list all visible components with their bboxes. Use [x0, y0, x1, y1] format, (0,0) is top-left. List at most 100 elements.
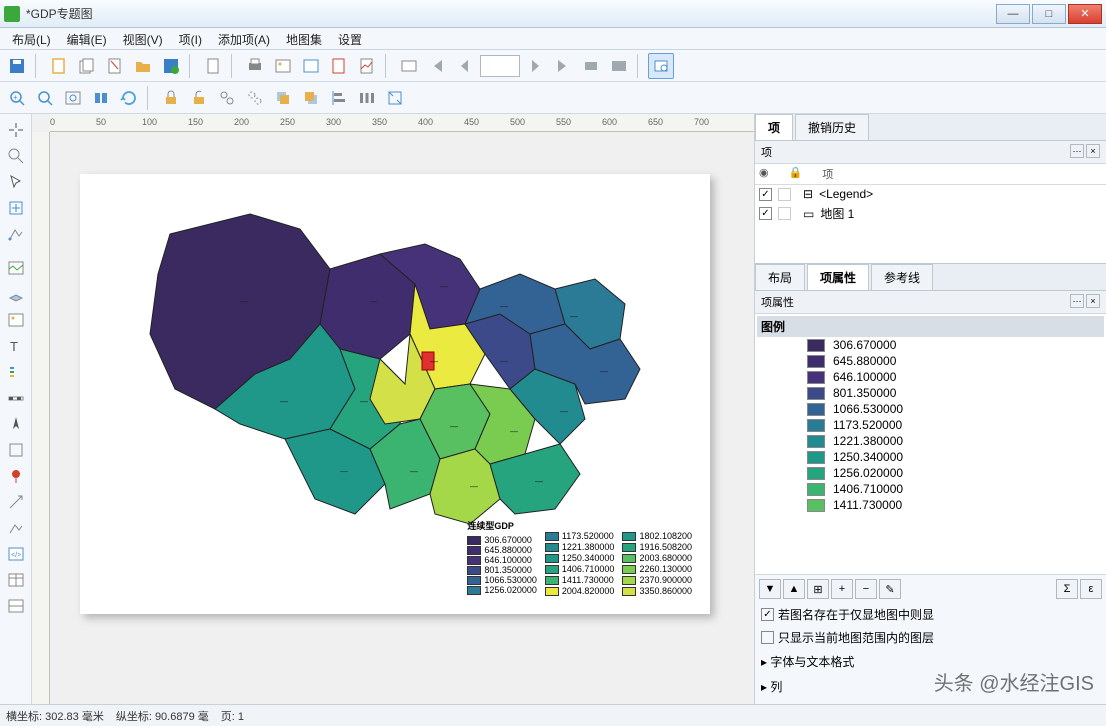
menu-settings[interactable]: 设置: [330, 28, 370, 49]
resize-button[interactable]: [382, 85, 408, 111]
panel-close-icon[interactable]: ×: [1086, 294, 1100, 308]
save-button[interactable]: [4, 53, 30, 79]
legend-entry[interactable]: 1256.020000: [757, 465, 1104, 481]
legend-entry[interactable]: 1221.380000: [757, 433, 1104, 449]
tab-layout-props[interactable]: 布局: [755, 264, 805, 290]
first-feature-button[interactable]: [424, 53, 450, 79]
next-feature-button[interactable]: [522, 53, 548, 79]
menu-add-item[interactable]: 添加项(A): [210, 28, 278, 49]
menu-atlas[interactable]: 地图集: [278, 28, 330, 49]
legend-entry[interactable]: 306.670000: [757, 337, 1104, 353]
atlas-print-button[interactable]: [578, 53, 604, 79]
open-folder-button[interactable]: [130, 53, 156, 79]
move-down-button[interactable]: ▼: [759, 579, 781, 599]
expander-fonts[interactable]: 字体与文本格式: [755, 649, 1106, 674]
checkbox[interactable]: ✓: [761, 608, 774, 621]
ungroup-button[interactable]: [242, 85, 268, 111]
remove-button[interactable]: −: [855, 579, 877, 599]
raise-button[interactable]: [270, 85, 296, 111]
save-as-button[interactable]: [158, 53, 184, 79]
page-setup-button[interactable]: [354, 53, 380, 79]
legend-entry[interactable]: 1066.530000: [757, 401, 1104, 417]
menu-view[interactable]: 视图(V): [115, 28, 171, 49]
group-button[interactable]: [214, 85, 240, 111]
visibility-checkbox[interactable]: ✓: [759, 188, 772, 201]
add-layer-button[interactable]: +: [831, 579, 853, 599]
tab-guides[interactable]: 参考线: [871, 264, 933, 290]
edit-nodes-tool[interactable]: [4, 222, 28, 246]
panel-close-icon[interactable]: ×: [1086, 144, 1100, 158]
lock-button[interactable]: [158, 85, 184, 111]
zoom-out-button[interactable]: [32, 85, 58, 111]
expression-button[interactable]: ε: [1080, 579, 1102, 599]
expander-columns[interactable]: 列: [755, 674, 1106, 699]
add-nodeitem-tool[interactable]: [4, 516, 28, 540]
last-feature-button[interactable]: [550, 53, 576, 79]
add-html-tool[interactable]: </>: [4, 542, 28, 566]
add-arrow-tool[interactable]: [4, 490, 28, 514]
layout-canvas[interactable]: 0501001502002503003504004505005506006507…: [32, 114, 754, 724]
checkbox[interactable]: [761, 631, 774, 644]
atlas-settings-button[interactable]: [396, 53, 422, 79]
legend-entry[interactable]: 1250.340000: [757, 449, 1104, 465]
edit-button[interactable]: ✎: [879, 579, 901, 599]
minimize-button[interactable]: —: [996, 4, 1030, 24]
maximize-button[interactable]: □: [1032, 4, 1066, 24]
panel-opts-icon[interactable]: ⋯: [1070, 144, 1084, 158]
move-content-tool[interactable]: [4, 196, 28, 220]
add-scalebar-tool[interactable]: [4, 386, 28, 410]
align-left-button[interactable]: [326, 85, 352, 111]
add-shape-tool[interactable]: [4, 438, 28, 462]
lower-button[interactable]: [298, 85, 324, 111]
visibility-checkbox[interactable]: ✓: [759, 207, 772, 220]
select-tool[interactable]: [4, 170, 28, 194]
atlas-export-button[interactable]: [606, 53, 632, 79]
prev-feature-button[interactable]: [452, 53, 478, 79]
zoom-full-button[interactable]: [60, 85, 86, 111]
layout-page[interactable]: ——— ——— ——— ——— ——— —— 连续型GDP 306.670000…: [80, 174, 710, 614]
add-3dmap-tool[interactable]: [4, 282, 28, 306]
feature-index-input[interactable]: [480, 55, 520, 77]
new-page-button[interactable]: [200, 53, 226, 79]
panel-opts-icon[interactable]: ⋯: [1070, 294, 1084, 308]
legend-entry[interactable]: 1173.520000: [757, 417, 1104, 433]
legend-entry[interactable]: 645.880000: [757, 353, 1104, 369]
add-legend-tool[interactable]: [4, 360, 28, 384]
distribute-button[interactable]: [354, 85, 380, 111]
legend-entry[interactable]: 801.350000: [757, 385, 1104, 401]
add-marker-tool[interactable]: [4, 464, 28, 488]
refresh-button[interactable]: [116, 85, 142, 111]
lock-checkbox[interactable]: [778, 188, 791, 201]
menu-item[interactable]: 项(I): [171, 28, 210, 49]
close-button[interactable]: ✕: [1068, 4, 1102, 24]
menu-edit[interactable]: 编辑(E): [59, 28, 115, 49]
add-northarrow-tool[interactable]: [4, 412, 28, 436]
option-only-visible[interactable]: 只显示当前地图范围内的图层: [755, 626, 1106, 649]
add-fixed-table-tool[interactable]: [4, 594, 28, 618]
tab-undo-history[interactable]: 撤销历史: [795, 114, 869, 140]
legend-entry[interactable]: 1406.710000: [757, 481, 1104, 497]
add-picture-tool[interactable]: [4, 308, 28, 332]
export-svg-button[interactable]: [298, 53, 324, 79]
option-show-in-map[interactable]: ✓ 若图名存在于仅显地图中则显: [755, 603, 1106, 626]
move-up-button[interactable]: ▲: [783, 579, 805, 599]
menu-layout[interactable]: 布局(L): [4, 28, 59, 49]
zoom-tool[interactable]: [4, 144, 28, 168]
unlock-button[interactable]: [186, 85, 212, 111]
lock-checkbox[interactable]: [778, 207, 791, 220]
filter-button[interactable]: Σ: [1056, 579, 1078, 599]
duplicate-button[interactable]: [74, 53, 100, 79]
legend-entry[interactable]: 646.100000: [757, 369, 1104, 385]
tab-items[interactable]: 项: [755, 114, 793, 140]
zoom-actual-button[interactable]: [88, 85, 114, 111]
preview-atlas-button[interactable]: [648, 53, 674, 79]
legend-entry[interactable]: 1411.730000: [757, 497, 1104, 513]
list-item[interactable]: ✓ ▭ 地图 1: [755, 203, 1106, 224]
export-image-button[interactable]: [270, 53, 296, 79]
add-group-button[interactable]: ⊞: [807, 579, 829, 599]
add-map-tool[interactable]: [4, 256, 28, 280]
add-label-tool[interactable]: T: [4, 334, 28, 358]
legend-items-tree[interactable]: 图例 306.670000645.880000646.100000801.350…: [755, 314, 1106, 574]
list-item[interactable]: ✓ ⊟ <Legend>: [755, 185, 1106, 203]
new-layout-button[interactable]: [46, 53, 72, 79]
